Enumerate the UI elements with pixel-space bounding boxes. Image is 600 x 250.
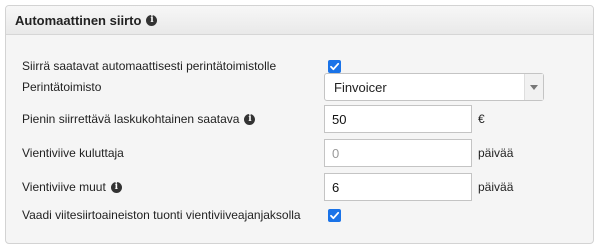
auto-transfer-label: Siirrä saatavat automaattisesti perintät… bbox=[22, 59, 277, 73]
delay-consumer-unit: päivää bbox=[478, 146, 514, 160]
row-auto-transfer: Siirrä saatavat automaattisesti perintät… bbox=[22, 59, 593, 73]
auto-transfer-panel: Automaattinen siirto i Siirrä saatavat a… bbox=[5, 5, 594, 244]
agency-select[interactable]: Finvoicer bbox=[324, 73, 544, 101]
delay-other-label: Vientiviive muut i bbox=[22, 180, 122, 194]
require-import-label: Vaadi viitesiirtoaineiston tuonti vienti… bbox=[22, 208, 301, 222]
min-amount-unit: € bbox=[478, 112, 485, 126]
delay-other-unit: päivää bbox=[478, 180, 514, 194]
min-amount-input[interactable]: 50 bbox=[324, 105, 472, 133]
info-icon[interactable]: i bbox=[146, 14, 158, 26]
agency-label: Perintätoimisto bbox=[22, 80, 102, 94]
row-delay-consumer: Vientiviive kuluttaja 0 päivää bbox=[22, 139, 593, 167]
min-amount-label-text: Pienin siirrettävä laskukohtainen saatav… bbox=[22, 112, 240, 126]
require-import-checkbox[interactable] bbox=[328, 208, 341, 222]
agency-selected-value: Finvoicer bbox=[334, 79, 387, 95]
select-arrow-button[interactable] bbox=[524, 74, 543, 100]
check-icon bbox=[330, 211, 340, 219]
info-icon[interactable]: i bbox=[110, 182, 122, 194]
auto-transfer-checkbox[interactable] bbox=[328, 59, 341, 73]
delay-consumer-input[interactable]: 0 bbox=[324, 139, 472, 167]
check-icon bbox=[330, 62, 340, 70]
delay-consumer-label: Vientiviive kuluttaja bbox=[22, 146, 124, 160]
delay-other-label-text: Vientiviive muut bbox=[22, 180, 106, 194]
info-icon[interactable]: i bbox=[244, 114, 256, 126]
min-amount-label: Pienin siirrettävä laskukohtainen saatav… bbox=[22, 112, 256, 126]
delay-other-input[interactable]: 6 bbox=[324, 173, 472, 201]
chevron-down-icon bbox=[530, 84, 538, 90]
panel-title: Automaattinen siirto bbox=[15, 12, 142, 28]
row-agency: Perintätoimisto Finvoicer bbox=[22, 73, 593, 101]
row-require-import: Vaadi viitesiirtoaineiston tuonti vienti… bbox=[22, 208, 593, 222]
row-min-amount: Pienin siirrettävä laskukohtainen saatav… bbox=[22, 105, 593, 133]
panel-header: Automaattinen siirto i bbox=[6, 6, 593, 35]
row-delay-other: Vientiviive muut i 6 päivää bbox=[22, 173, 593, 201]
